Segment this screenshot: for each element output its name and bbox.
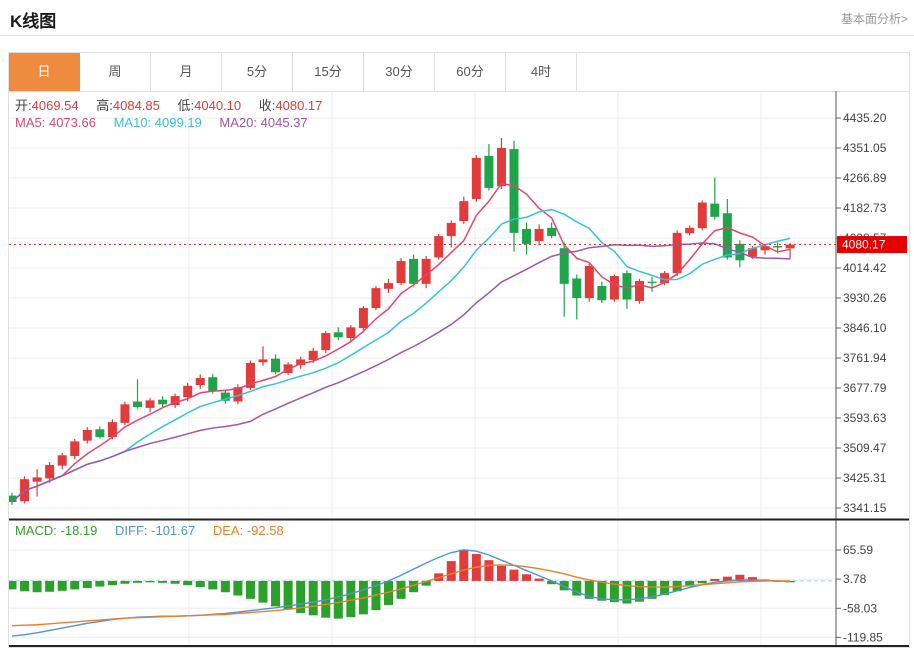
kline-page: { "header": { "title": "K线图", "link": "基… bbox=[0, 0, 914, 651]
ma20-value: 4045.37 bbox=[261, 115, 308, 130]
open-label: 开: bbox=[15, 98, 32, 113]
axis-tick-label: 4182.73 bbox=[843, 201, 887, 215]
ma5-label: MA5: bbox=[15, 115, 45, 130]
axis-tick-label: 3341.15 bbox=[843, 501, 887, 515]
high-value: 4084.85 bbox=[113, 98, 160, 113]
axis-tick-label: 4266.89 bbox=[843, 171, 887, 185]
dea-value: -92.58 bbox=[247, 523, 284, 538]
period-tab-bar: 日 周 月 5分 15分 30分 60分 4时 bbox=[9, 53, 909, 92]
axis-tick-label: 4351.05 bbox=[843, 141, 887, 155]
fundamental-analysis-link[interactable]: 基本面分析> bbox=[841, 10, 908, 27]
tab-day[interactable]: 日 bbox=[9, 53, 80, 91]
tab-5min[interactable]: 5分 bbox=[222, 53, 293, 91]
ma5-line bbox=[12, 184, 790, 502]
tab-month[interactable]: 月 bbox=[151, 53, 222, 91]
ma5-value: 4073.66 bbox=[49, 115, 96, 130]
axis-tick-label: 4014.42 bbox=[843, 261, 887, 275]
dea-label: DEA: bbox=[213, 523, 243, 538]
tab-60min[interactable]: 60分 bbox=[435, 53, 506, 91]
axis-tick-label: 3.78 bbox=[843, 572, 867, 586]
axis-tick-label: 3509.47 bbox=[843, 441, 887, 455]
close-label: 收: bbox=[259, 98, 276, 113]
axis-tick-label: 3846.10 bbox=[843, 321, 887, 335]
axis-tick-label: 3761.94 bbox=[843, 351, 887, 365]
ma20-label: MA20: bbox=[219, 115, 257, 130]
ohlc-legend: 开:4069.54 高:4084.85 低:4040.10 收:4080.17 bbox=[15, 95, 336, 114]
page-title: K线图 bbox=[10, 7, 56, 32]
high-label: 高: bbox=[96, 98, 113, 113]
macd-value: -18.19 bbox=[61, 523, 98, 538]
axis-tick-label: 3677.79 bbox=[843, 381, 887, 395]
kline-chart-canvas[interactable]: 4435.204351.054266.894182.734098.574014.… bbox=[9, 91, 909, 648]
low-value: 4040.10 bbox=[194, 98, 241, 113]
chart-area: 4435.204351.054266.894182.734098.574014.… bbox=[9, 91, 909, 648]
macd-label: MACD: bbox=[15, 523, 57, 538]
kline-chart-panel: 日 周 月 5分 15分 30分 60分 4时 4435.20 4351.05 42… bbox=[8, 52, 910, 648]
ma-legend: MA5: 4073.66 MA10: 4099.19 MA20: 4045.37 bbox=[15, 115, 322, 130]
close-value: 4080.17 bbox=[275, 98, 322, 113]
axis-tick-label: 3425.31 bbox=[843, 471, 887, 485]
open-value: 4069.54 bbox=[32, 98, 79, 113]
axis-tick-label: -119.85 bbox=[843, 630, 883, 644]
tab-bar-filler bbox=[577, 53, 909, 91]
ma10-value: 4099.19 bbox=[155, 115, 202, 130]
tab-4hour[interactable]: 4时 bbox=[506, 53, 577, 91]
diff-label: DIFF: bbox=[115, 523, 148, 538]
tab-week[interactable]: 周 bbox=[80, 53, 151, 91]
axis-tick-label: -58.03 bbox=[843, 601, 877, 615]
axis-tick-label: 65.59 bbox=[843, 543, 873, 557]
low-label: 低: bbox=[178, 98, 195, 113]
page-header: K线图 基本面分析> bbox=[0, 0, 914, 36]
last-price-tag-text: 4080.17 bbox=[842, 238, 886, 252]
axis-tick-label: 3593.63 bbox=[843, 411, 887, 425]
macd-legend: MACD: -18.19 DIFF: -101.67 DEA: -92.58 bbox=[15, 523, 298, 538]
tab-15min[interactable]: 15分 bbox=[293, 53, 364, 91]
axis-tick-label: 3930.26 bbox=[843, 291, 887, 305]
tab-30min[interactable]: 30分 bbox=[364, 53, 435, 91]
ma10-label: MA10: bbox=[114, 115, 152, 130]
diff-value: -101.67 bbox=[151, 523, 195, 538]
axis-tick-label: 4435.20 bbox=[843, 111, 887, 125]
